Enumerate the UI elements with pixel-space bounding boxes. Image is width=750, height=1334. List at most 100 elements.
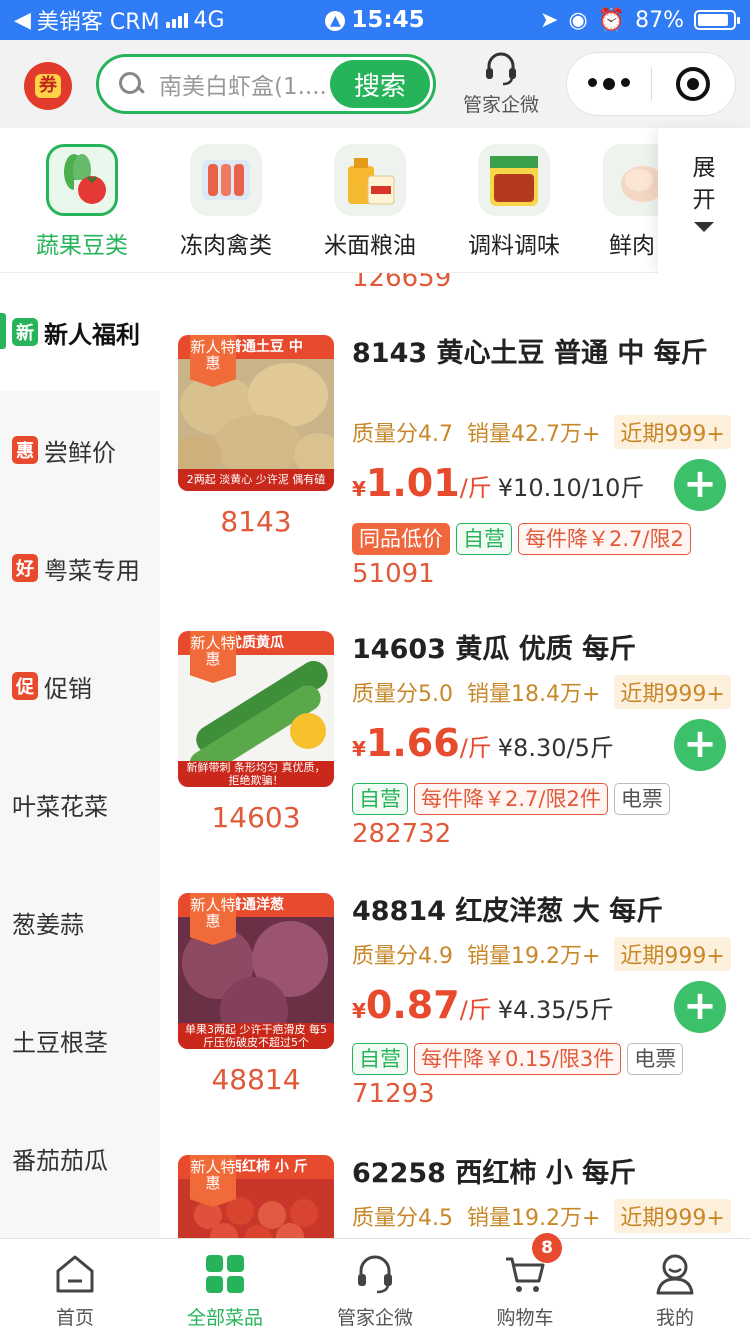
category-vegetables[interactable]: 蔬果豆类	[27, 144, 137, 260]
stock-count: 282732	[352, 819, 452, 849]
product-image[interactable]: 西红柿 小 斤 新人特惠	[178, 1155, 334, 1238]
add-to-cart-button[interactable]: +	[674, 719, 726, 771]
sidebar-item-label: 叶菜花菜	[12, 792, 108, 821]
headset-icon	[481, 48, 521, 88]
product-code: 8143	[220, 505, 292, 538]
product-card[interactable]: 优质黄瓜 新人特惠 新鲜带刺 条形均匀 真优质，拒绝欺骗！ 14603 1460…	[160, 631, 750, 893]
quality-score: 质量分4.9	[352, 944, 453, 969]
product-card[interactable]: 普通土豆 中 新人特惠 2两起 淡黄心 少许泥 偶有磕碰伤 8143 8143 …	[160, 335, 750, 597]
sidebar-item-label: 促销	[44, 674, 92, 703]
tab-cart[interactable]: 8 购物车	[450, 1233, 600, 1334]
unit-price: 0.87	[365, 983, 460, 1027]
product-tags: 自营 每件降￥0.15/限3件 电票	[352, 1043, 750, 1077]
product-meta: 质量分5.0 销量18.4万+ 近期999+	[352, 675, 750, 709]
back-icon[interactable]: ◀	[14, 8, 31, 33]
price-unit: /斤	[459, 734, 492, 762]
search-button[interactable]: 搜索	[330, 60, 430, 108]
sidebar-tag: 促	[12, 672, 38, 700]
user-icon	[652, 1251, 698, 1297]
product-title[interactable]: 14603 黄瓜 优质 每斤	[352, 631, 722, 668]
currency-symbol: ¥	[352, 999, 366, 1023]
pack-price: ¥4.35/5斤	[497, 996, 614, 1024]
product-tags: 同品低价 自营 每件降￥2.7/限2	[352, 523, 750, 557]
sidebar-tag: 好	[12, 554, 38, 582]
product-card[interactable]: 西红柿 小 斤 新人特惠 62258 西红柿 小 每斤 质量分4.5 销量19.…	[160, 1155, 750, 1238]
new-user-badge: 新人特惠	[190, 1155, 236, 1207]
sidebar-item-cantonese[interactable]: 好粤菜专用	[0, 509, 160, 627]
category-fresh-meat[interactable]: 鲜肉	[603, 144, 663, 260]
expand-categories-button[interactable]: 展 开	[658, 128, 750, 273]
navigation-icon: ➤	[540, 7, 559, 33]
tag-self-operated: 自营	[352, 1043, 408, 1075]
currency-symbol: ¥	[352, 477, 366, 501]
sidebar-item-trial-price[interactable]: 惠尝鲜价	[0, 391, 160, 509]
price-unit: /斤	[459, 474, 492, 502]
carrier-label: 美销客 CRM	[36, 10, 160, 35]
battery-percent: 87%	[635, 7, 684, 33]
expand-label: 展	[692, 155, 716, 181]
product-meta: 质量分4.5 销量19.2万+ 近期999+	[352, 1199, 750, 1233]
sales-count: 销量19.2万+	[467, 1206, 601, 1231]
tag-self-operated: 自营	[352, 783, 408, 815]
product-image[interactable]: 优质黄瓜 新人特惠 新鲜带刺 条形均匀 真优质，拒绝欺骗！	[178, 631, 334, 787]
new-user-badge: 新人特惠	[190, 335, 236, 387]
product-image[interactable]: 普通洋葱 新人特惠 单果3两起 少许干疤滑皮 每5斤压伤破皮不超过5个	[178, 893, 334, 1049]
product-card[interactable]: 普通洋葱 新人特惠 单果3两起 少许干疤滑皮 每5斤压伤破皮不超过5个 4881…	[160, 893, 750, 1155]
sidebar-item-label: 葱姜蒜	[12, 910, 84, 939]
category-frozen-meat[interactable]: 冻肉禽类	[171, 144, 281, 260]
product-list: 126659 普通土豆 中 新人特惠 2两起 淡黄心 少许泥 偶有磕碰伤 814…	[160, 273, 750, 1238]
close-miniapp-icon[interactable]	[652, 67, 736, 101]
recent-sales: 近期999+	[614, 1199, 731, 1233]
expand-label: 开	[692, 187, 716, 213]
tab-label: 购物车	[496, 1307, 554, 1329]
grid-icon	[202, 1251, 248, 1297]
category-grain-oil[interactable]: 米面粮油	[315, 144, 425, 260]
tab-service[interactable]: 管家企微	[300, 1239, 450, 1334]
category-seasoning[interactable]: 调料调味	[459, 144, 569, 260]
product-price: ¥ 0.87 /斤 ¥4.35/5斤	[352, 983, 614, 1027]
product-title[interactable]: 8143 黄心土豆 普通 中 每斤	[352, 335, 722, 372]
search-input[interactable]: 南美白虾盒(1....	[159, 67, 327, 101]
product-image[interactable]: 普通土豆 中 新人特惠 2两起 淡黄心 少许泥 偶有磕碰伤	[178, 335, 334, 491]
add-to-cart-button[interactable]: +	[674, 981, 726, 1033]
product-title[interactable]: 62258 西红柿 小 每斤	[352, 1155, 722, 1192]
sidebar-item-root[interactable]: 土豆根茎	[0, 981, 160, 1099]
new-user-badge: 新人特惠	[190, 893, 236, 945]
cart-badge: 8	[532, 1233, 562, 1263]
signal-icon	[165, 12, 188, 28]
tab-all-products[interactable]: 全部菜品	[150, 1239, 300, 1334]
sidebar-item-tomato[interactable]: 番茄茄瓜	[0, 1099, 160, 1217]
sidebar-item-new-user[interactable]: 新新人福利	[0, 273, 160, 391]
price-unit: /斤	[459, 996, 492, 1024]
sidebar-item-label: 粤菜专用	[44, 556, 140, 585]
tag-discount: 每件降￥2.7/限2	[518, 523, 691, 555]
product-image-caption: 新鲜带刺 条形均匀 真优质，拒绝欺骗！	[178, 761, 334, 787]
product-title[interactable]: 48814 红皮洋葱 大 每斤	[352, 893, 722, 930]
tag-e-invoice: 电票	[627, 1043, 684, 1075]
tab-label: 我的	[655, 1307, 694, 1329]
location-icon: ▲	[325, 11, 346, 31]
sidebar-item-scallion[interactable]: 葱姜蒜	[0, 863, 160, 981]
sales-count: 销量19.2万+	[467, 944, 601, 969]
grain-oil-icon	[334, 144, 406, 216]
product-meta: 质量分4.9 销量19.2万+ 近期999+	[352, 937, 750, 971]
sales-count: 销量18.4万+	[467, 682, 601, 707]
tab-profile[interactable]: 我的	[600, 1239, 750, 1334]
sidebar-item-promotion[interactable]: 促促销	[0, 627, 160, 745]
coupon-button[interactable]: 券	[24, 62, 72, 110]
tag-discount: 每件降￥2.7/限2件	[414, 783, 608, 815]
more-icon[interactable]	[567, 78, 651, 90]
tab-home[interactable]: 首页	[0, 1239, 150, 1334]
quality-score: 质量分5.0	[352, 682, 453, 707]
sidebar-item-leafy[interactable]: 叶菜花菜	[0, 745, 160, 863]
bottom-tab-bar: 首页 全部菜品 管家企微 8 购物车 我的	[0, 1233, 750, 1334]
product-code: 14603	[211, 801, 301, 834]
search-bar[interactable]: 南美白虾盒(1.... 搜索	[96, 54, 436, 114]
sidebar-item-label: 番茄茄瓜	[12, 1146, 108, 1175]
pack-price: ¥8.30/5斤	[497, 734, 614, 762]
product-price: ¥ 1.66 /斤 ¥8.30/5斤	[352, 721, 614, 765]
product-image-caption: 单果3两起 少许干疤滑皮 每5斤压伤破皮不超过5个	[178, 1023, 334, 1049]
unit-price: 1.01	[365, 461, 460, 505]
service-button[interactable]: 管家企微	[456, 48, 546, 120]
add-to-cart-button[interactable]: +	[674, 459, 726, 511]
